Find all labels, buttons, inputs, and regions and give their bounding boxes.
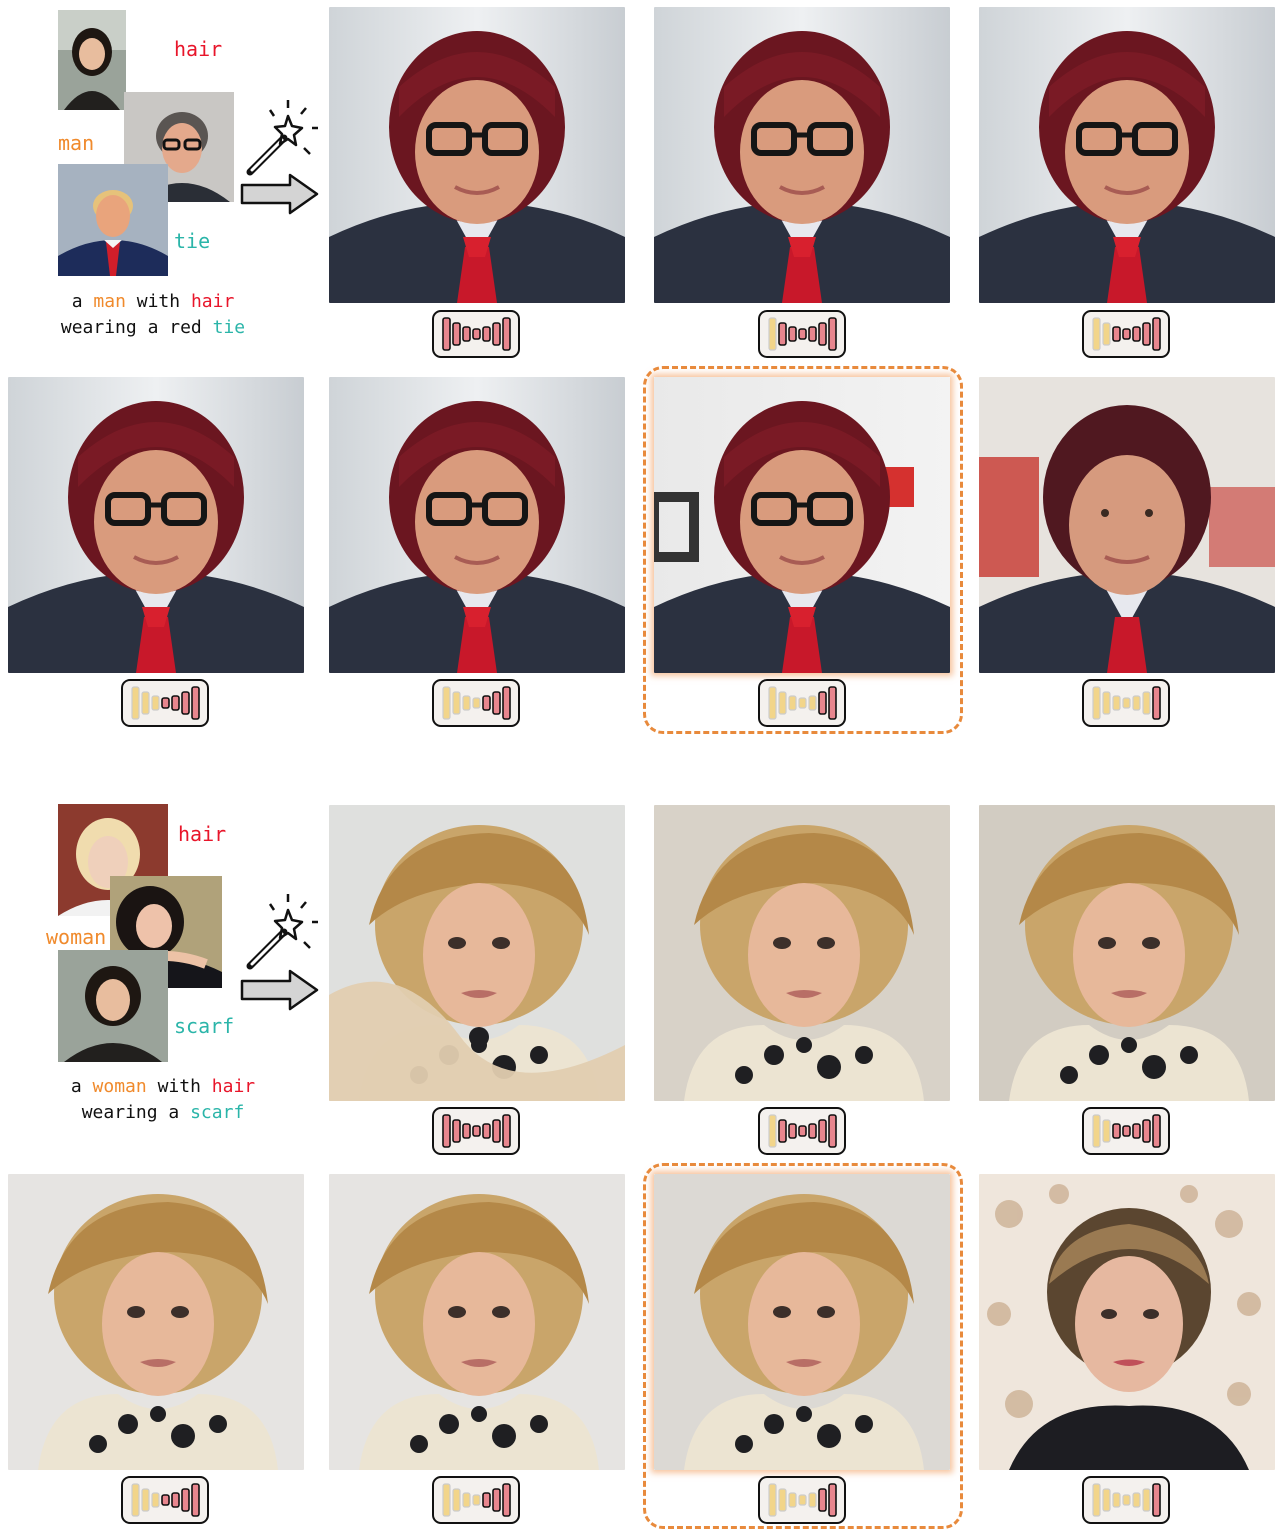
wand-icon [246,894,318,970]
prompt-caption-b: a woman with hair wearing a scarf [70,1076,256,1123]
result-man-3 [979,7,1275,303]
result-man-7 [979,377,1275,673]
layer-icon [432,1107,520,1155]
source-image-woman-hair [58,10,126,110]
layer-icon [1082,310,1170,358]
result-man-2 [654,7,950,303]
layer-icon [432,310,520,358]
layer-icon [432,1476,520,1524]
wand-icon [246,100,318,176]
label-tie: tie [174,229,211,253]
result-woman-1 [329,805,625,1101]
label-man: man [58,131,95,155]
source-image-woman-scarf [58,950,168,1062]
result-man-5 [329,377,625,673]
layer-icon [1082,679,1170,727]
result-woman-2 [654,805,950,1101]
label-scarf: scarf [174,1014,235,1038]
result-woman-4 [8,1174,304,1470]
arrow-icon [240,173,319,215]
layer-icon [758,310,846,358]
label-hair: hair [174,37,223,61]
layer-icon [121,679,209,727]
result-woman-3 [979,805,1275,1101]
layer-icon [121,1476,209,1524]
selected-highlight-b [643,1163,963,1529]
layer-icon [758,1107,846,1155]
result-woman-7 [979,1174,1275,1470]
layer-icon [1082,1107,1170,1155]
result-man-1 [329,7,625,303]
selected-highlight-a [643,366,963,734]
arrow-icon [240,969,319,1011]
layer-icon [432,679,520,727]
layer-icon [1082,1476,1170,1524]
prompt-caption-a: a man with hair wearing a red tie [60,291,246,338]
label-woman: woman [46,925,107,949]
source-image-man-tie [58,164,168,276]
result-woman-5 [329,1174,625,1470]
result-man-4 [8,377,304,673]
label-hair: hair [178,822,227,846]
